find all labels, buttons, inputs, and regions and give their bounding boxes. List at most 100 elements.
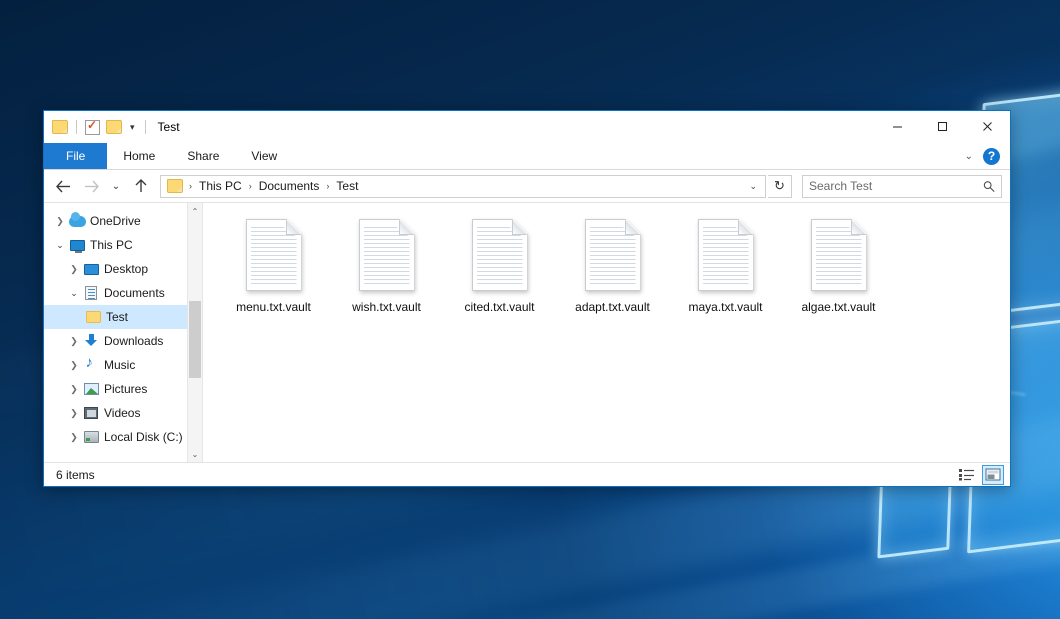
sidebar-item-label: Documents xyxy=(104,286,165,300)
scrollbar-thumb[interactable] xyxy=(189,301,201,378)
breadcrumb-folder-icon[interactable] xyxy=(167,179,183,193)
chevron-right-icon[interactable]: ❯ xyxy=(66,408,82,419)
title-bar: ▾ Test xyxy=(44,111,1010,143)
sidebar-item-label: OneDrive xyxy=(90,214,141,228)
customize-qat-chevron-icon[interactable]: ▾ xyxy=(128,123,137,132)
sidebar-item-music[interactable]: ❯ Music xyxy=(44,353,202,377)
view-toggle-group xyxy=(956,465,1004,485)
help-icon[interactable]: ? xyxy=(983,148,1000,165)
chevron-right-icon[interactable]: ❯ xyxy=(66,432,82,443)
breadcrumb-item-this-pc[interactable]: This PC xyxy=(195,178,246,194)
file-item[interactable]: algae.txt.vault xyxy=(782,217,895,341)
file-item[interactable]: maya.txt.vault xyxy=(669,217,782,341)
status-bar: 6 items xyxy=(44,462,1010,486)
search-box[interactable] xyxy=(802,175,1002,198)
properties-icon[interactable] xyxy=(85,120,100,135)
pictures-icon xyxy=(82,383,100,395)
file-name-label: menu.txt.vault xyxy=(236,300,311,314)
text-document-icon xyxy=(359,219,415,291)
divider xyxy=(76,120,77,134)
desktop-icon xyxy=(82,264,100,275)
scroll-up-arrow-icon[interactable]: ⌃ xyxy=(188,203,203,219)
breadcrumb-item-test[interactable]: Test xyxy=(332,178,362,194)
sidebar-item-documents[interactable]: ⌄ Documents xyxy=(44,281,202,305)
minimize-button[interactable] xyxy=(875,111,920,142)
back-button[interactable] xyxy=(50,173,76,199)
maximize-button[interactable] xyxy=(920,111,965,142)
recent-locations-chevron-down-icon[interactable]: ⌄ xyxy=(106,173,126,199)
chevron-right-icon[interactable]: ❯ xyxy=(66,384,82,395)
chevron-down-icon[interactable]: ⌄ xyxy=(66,288,82,299)
quick-access-toolbar: ▾ xyxy=(52,120,148,135)
breadcrumb-dropdown-chevron-down-icon[interactable]: ⌄ xyxy=(749,181,761,192)
expand-ribbon-chevron-down-icon[interactable]: ⌄ xyxy=(965,151,973,162)
documents-icon xyxy=(82,286,100,300)
text-document-icon xyxy=(246,219,302,291)
this-pc-icon xyxy=(68,240,86,251)
search-input[interactable] xyxy=(809,179,983,193)
window-title: Test xyxy=(158,120,180,134)
file-name-label: adapt.txt.vault xyxy=(575,300,650,314)
chevron-right-icon[interactable]: ❯ xyxy=(66,264,82,275)
chevron-right-icon[interactable]: ❯ xyxy=(66,360,82,371)
chevron-right-icon[interactable]: ❯ xyxy=(66,336,82,347)
file-item[interactable]: wish.txt.vault xyxy=(330,217,443,341)
sidebar-item-local-disk-c[interactable]: ❯ Local Disk (C:) xyxy=(44,425,202,449)
details-view-button[interactable] xyxy=(956,465,978,485)
chevron-right-icon[interactable]: ❯ xyxy=(52,216,68,227)
breadcrumb-separator: › xyxy=(188,181,193,191)
refresh-icon[interactable]: ↻ xyxy=(768,175,792,198)
file-list-pane[interactable]: menu.txt.vault wish.txt.vault cited.txt.… xyxy=(202,203,1010,462)
breadcrumb[interactable]: › This PC › Documents › Test ⌄ xyxy=(160,175,766,198)
sidebar-item-pictures[interactable]: ❯ Pictures xyxy=(44,377,202,401)
scroll-down-arrow-icon[interactable]: ⌄ xyxy=(188,446,203,462)
sidebar-item-label: Videos xyxy=(104,406,140,420)
text-document-icon xyxy=(811,219,867,291)
desktop-wallpaper: ▾ Test File Home Share View xyxy=(0,0,1060,619)
sidebar-item-label: Test xyxy=(106,310,128,324)
explorer-body: ❯ OneDrive ⌄ This PC ❯ Desktop ⌄ xyxy=(44,202,1010,462)
sidebar-item-test[interactable]: Test xyxy=(44,305,202,329)
sidebar-item-label: Music xyxy=(104,358,135,372)
sidebar-item-downloads[interactable]: ❯ Downloads xyxy=(44,329,202,353)
sidebar-item-videos[interactable]: ❯ Videos xyxy=(44,401,202,425)
sidebar-item-label: Desktop xyxy=(104,262,148,276)
videos-icon xyxy=(82,407,100,419)
tab-file[interactable]: File xyxy=(44,143,107,169)
text-document-icon xyxy=(472,219,528,291)
file-grid: menu.txt.vault wish.txt.vault cited.txt.… xyxy=(217,217,1000,341)
sidebar-item-label: Downloads xyxy=(104,334,163,348)
address-bar-row: ⌄ › This PC › Documents › Test ⌄ ↻ xyxy=(44,170,1010,202)
sidebar-item-onedrive[interactable]: ❯ OneDrive xyxy=(44,209,202,233)
tab-home[interactable]: Home xyxy=(107,143,171,169)
file-item[interactable]: cited.txt.vault xyxy=(443,217,556,341)
file-item[interactable]: adapt.txt.vault xyxy=(556,217,669,341)
scrollbar-track[interactable] xyxy=(188,219,203,446)
sidebar-item-label: Local Disk (C:) xyxy=(104,430,183,444)
ribbon-right-controls: ⌄ ? xyxy=(965,143,1010,169)
sidebar-item-this-pc[interactable]: ⌄ This PC xyxy=(44,233,202,257)
navigation-pane-scrollbar[interactable]: ⌃ ⌄ xyxy=(187,203,202,462)
disk-icon xyxy=(82,431,100,443)
divider xyxy=(145,120,146,134)
file-item[interactable]: menu.txt.vault xyxy=(217,217,330,341)
up-button[interactable] xyxy=(128,173,154,199)
navigation-pane: ❯ OneDrive ⌄ This PC ❯ Desktop ⌄ xyxy=(44,203,202,462)
chevron-down-icon[interactable]: ⌄ xyxy=(52,240,68,251)
new-folder-icon[interactable] xyxy=(106,120,122,134)
tab-share[interactable]: Share xyxy=(171,143,235,169)
tab-view[interactable]: View xyxy=(235,143,293,169)
large-icons-view-button[interactable] xyxy=(982,465,1004,485)
folder-icon[interactable] xyxy=(52,120,68,134)
close-button[interactable] xyxy=(965,111,1010,142)
onedrive-icon xyxy=(68,216,86,227)
music-icon xyxy=(82,358,100,372)
breadcrumb-item-documents[interactable]: Documents xyxy=(255,178,324,194)
file-name-label: maya.txt.vault xyxy=(688,300,762,314)
text-document-icon xyxy=(698,219,754,291)
forward-button[interactable] xyxy=(78,173,104,199)
sidebar-item-label: Pictures xyxy=(104,382,147,396)
sidebar-item-label: This PC xyxy=(90,238,133,252)
breadcrumb-separator: › xyxy=(248,181,253,191)
sidebar-item-desktop[interactable]: ❯ Desktop xyxy=(44,257,202,281)
